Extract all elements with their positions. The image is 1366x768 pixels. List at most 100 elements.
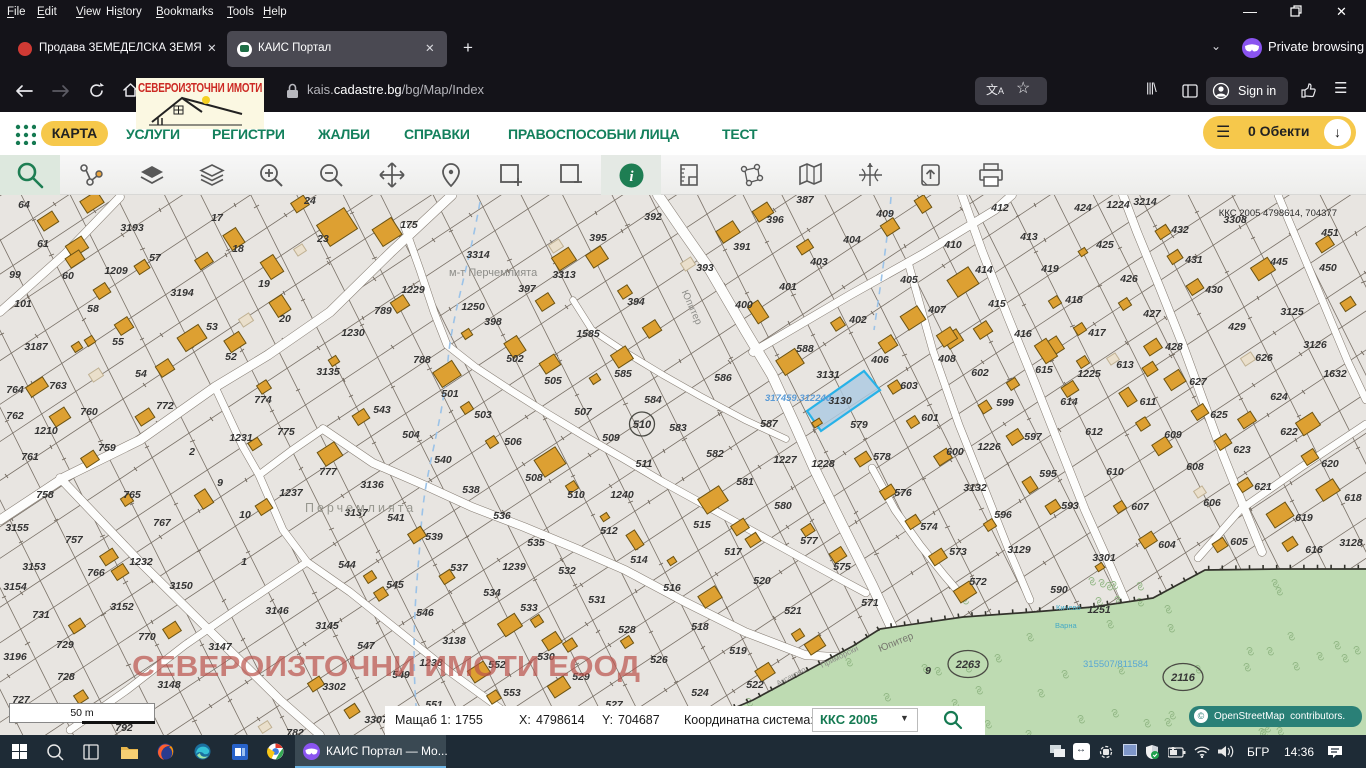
svg-text:621: 621 [1254, 481, 1272, 493]
svg-text:615: 615 [1035, 364, 1053, 376]
svg-text:3153: 3153 [22, 561, 46, 573]
svg-text:3194: 3194 [170, 287, 194, 299]
svg-text:54: 54 [135, 368, 147, 380]
svg-text:501: 501 [441, 388, 459, 400]
svg-text:317459.312240: 317459.312240 [765, 393, 832, 404]
svg-text:393: 393 [696, 262, 714, 274]
svg-text:1228: 1228 [811, 458, 835, 470]
svg-text:533: 533 [520, 602, 538, 614]
svg-text:515: 515 [693, 519, 711, 531]
svg-text:3154: 3154 [3, 581, 27, 593]
svg-text:583: 583 [669, 422, 687, 434]
svg-text:1239: 1239 [502, 561, 526, 573]
svg-text:1227: 1227 [773, 454, 798, 466]
svg-text:395: 395 [589, 232, 607, 244]
svg-text:614: 614 [1060, 396, 1078, 408]
svg-text:524: 524 [691, 687, 709, 699]
svg-text:585: 585 [614, 368, 632, 380]
svg-text:1210: 1210 [34, 425, 58, 437]
svg-text:58: 58 [87, 303, 99, 315]
svg-text:532: 532 [558, 565, 576, 577]
svg-text:578: 578 [873, 451, 891, 463]
svg-text:553: 553 [503, 687, 521, 699]
svg-text:1229: 1229 [401, 284, 425, 296]
svg-text:546: 546 [416, 607, 434, 619]
svg-text:431: 431 [1184, 254, 1203, 266]
svg-text:1240: 1240 [610, 489, 634, 501]
svg-text:597: 597 [1024, 431, 1043, 443]
svg-text:430: 430 [1204, 284, 1223, 296]
svg-text:758: 758 [36, 489, 54, 501]
svg-text:3138: 3138 [442, 635, 466, 647]
svg-text:526: 526 [650, 654, 668, 666]
svg-text:394: 394 [627, 296, 645, 308]
svg-text:777: 777 [319, 466, 338, 478]
svg-text:24: 24 [303, 195, 316, 207]
svg-text:587: 587 [760, 418, 779, 430]
svg-text:387: 387 [796, 195, 815, 206]
svg-text:417: 417 [1087, 327, 1107, 339]
svg-text:601: 601 [921, 412, 939, 424]
svg-text:729: 729 [56, 639, 74, 651]
svg-text:400: 400 [734, 299, 753, 311]
svg-text:412: 412 [990, 202, 1009, 214]
svg-text:610: 610 [1106, 466, 1124, 478]
svg-text:1251: 1251 [1087, 604, 1111, 616]
svg-text:3314: 3314 [466, 249, 490, 261]
svg-text:624: 624 [1270, 391, 1288, 403]
svg-text:391: 391 [733, 241, 751, 253]
svg-text:3150: 3150 [169, 580, 193, 592]
svg-text:3129: 3129 [1007, 544, 1031, 556]
svg-text:9: 9 [217, 477, 223, 489]
svg-text:3125: 3125 [1280, 306, 1304, 318]
svg-text:577: 577 [800, 535, 819, 547]
svg-text:427: 427 [1142, 308, 1162, 320]
svg-text:625: 625 [1210, 409, 1228, 421]
svg-text:3187: 3187 [24, 341, 49, 353]
svg-text:518: 518 [691, 621, 709, 633]
svg-text:424: 424 [1073, 202, 1092, 214]
svg-text:766: 766 [87, 567, 105, 579]
svg-text:520: 520 [753, 575, 771, 587]
svg-text:509: 509 [602, 432, 620, 444]
svg-text:432: 432 [1170, 224, 1189, 236]
svg-text:1230: 1230 [341, 327, 365, 339]
svg-text:544: 544 [338, 559, 356, 571]
svg-text:3126: 3126 [1303, 339, 1327, 351]
svg-text:522: 522 [746, 679, 764, 691]
svg-text:1: 1 [241, 556, 247, 568]
svg-text:415: 415 [987, 298, 1006, 310]
svg-text:175: 175 [400, 219, 418, 231]
svg-text:759: 759 [98, 442, 116, 454]
svg-text:407: 407 [927, 304, 947, 316]
svg-text:3135: 3135 [316, 366, 340, 378]
svg-text:419: 419 [1040, 263, 1059, 275]
svg-text:572: 572 [969, 576, 987, 588]
svg-text:1237: 1237 [279, 487, 304, 499]
svg-text:580: 580 [774, 500, 792, 512]
svg-text:757: 757 [65, 534, 84, 546]
svg-text:528: 528 [618, 624, 636, 636]
svg-text:52: 52 [225, 351, 237, 363]
svg-text:576: 576 [894, 487, 912, 499]
svg-text:3313: 3313 [552, 269, 576, 281]
svg-text:1231: 1231 [229, 432, 253, 444]
svg-text:782: 782 [286, 727, 304, 735]
svg-text:1250: 1250 [461, 301, 485, 313]
svg-text:510: 510 [633, 419, 652, 431]
svg-text:416: 416 [1013, 328, 1032, 340]
svg-text:595: 595 [1039, 468, 1057, 480]
svg-text:622: 622 [1280, 426, 1298, 438]
svg-text:413: 413 [1019, 231, 1038, 243]
svg-text:61: 61 [37, 238, 49, 250]
svg-text:64: 64 [18, 199, 30, 211]
svg-text:СЕВЕРОИЗТОЧНИ ИМОТИ ЕООД: СЕВЕРОИЗТОЧНИ ИМОТИ ЕООД [132, 651, 640, 683]
svg-text:2263: 2263 [955, 659, 980, 671]
svg-text:593: 593 [1061, 500, 1079, 512]
svg-text:508: 508 [525, 472, 543, 484]
svg-text:608: 608 [1186, 461, 1204, 473]
svg-text:403: 403 [809, 256, 828, 268]
svg-text:3301: 3301 [1092, 552, 1116, 564]
svg-text:761: 761 [21, 451, 39, 463]
svg-text:414: 414 [974, 264, 993, 276]
